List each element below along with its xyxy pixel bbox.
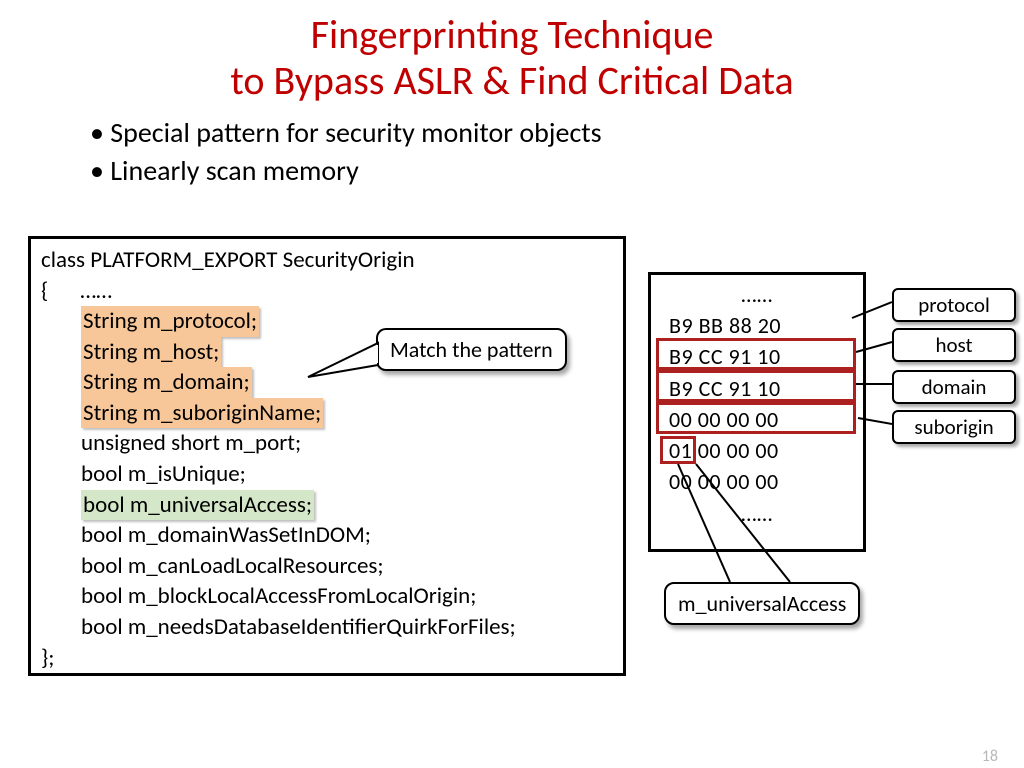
hex-highlight-host [656,338,856,370]
code-line: bool m_isUnique; [41,459,615,490]
code-line: bool m_blockLocalAccessFromLocalOrigin; [41,581,615,612]
code-line: bool m_needsDatabaseIdentifierQuirkForFi… [41,612,615,643]
label-suborigin: suborigin [892,410,1016,444]
bullet-item: Linearly scan memory [90,152,1024,190]
hex-dots: …… [651,279,863,310]
code-line: unsigned short m_port; [41,428,615,459]
bullet-item: Special pattern for security monitor obj… [90,114,1024,152]
bullet-list: Special pattern for security monitor obj… [90,114,1024,190]
page-number: 18 [982,747,998,766]
label-protocol: protocol [892,288,1016,322]
label-host: host [892,328,1016,362]
hex-row: 00 00 00 00 [651,466,863,497]
hex-highlight-01 [660,436,696,464]
hex-highlight-domain [656,370,856,402]
hex-row: B9 BB 88 20 [651,310,863,341]
code-highlight-orange: String m_host; [81,337,221,368]
slide-title: Fingerprinting Technique to Bypass ASLR … [0,12,1024,104]
label-domain: domain [892,370,1016,404]
callout-match-pattern: Match the pattern [376,328,567,371]
title-line-1: Fingerprinting Technique [311,10,714,59]
title-line-2: to Bypass ASLR & Find Critical Data [230,56,793,105]
code-line: }; [41,643,615,674]
callout-universal-access: m_universalAccess [664,582,860,625]
hex-dots: …… [651,498,863,529]
code-highlight-orange: String m_suboriginName; [81,398,323,429]
code-line: { …… [41,276,615,307]
hex-highlight-suborigin [656,402,856,434]
code-line: bool m_domainWasSetInDOM; [41,520,615,551]
code-line: class PLATFORM_EXPORT SecurityOrigin [41,245,615,276]
code-line: bool m_canLoadLocalResources; [41,551,615,582]
code-highlight-green: bool m_universalAccess; [81,490,314,521]
code-highlight-orange: String m_domain; [81,367,252,398]
code-highlight-orange: String m_protocol; [81,306,259,337]
code-box: class PLATFORM_EXPORT SecurityOrigin { …… [28,236,626,676]
